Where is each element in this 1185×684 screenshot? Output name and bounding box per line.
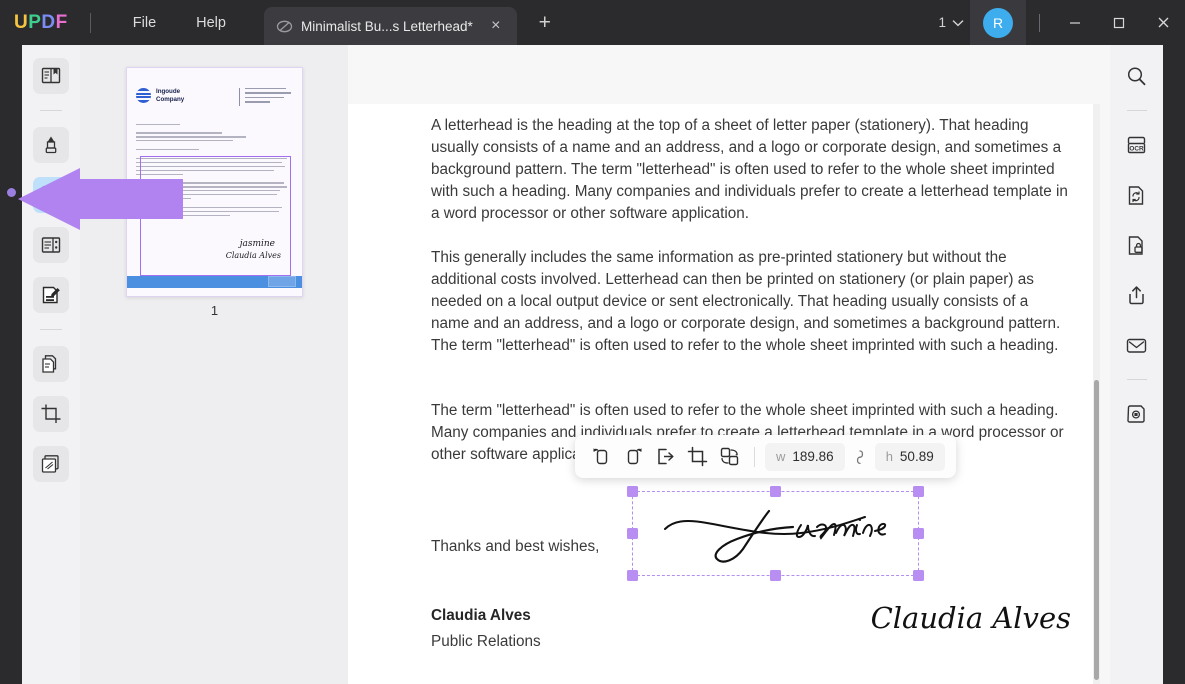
resize-handle-top-left[interactable] <box>627 486 638 497</box>
resize-handle-middle-left[interactable] <box>627 528 638 539</box>
logo-divider <box>89 12 91 33</box>
logo-letter-u: U <box>14 11 29 33</box>
chevron-down-icon <box>952 19 964 27</box>
tab-title: Minimalist Bu...s Letterhead* <box>300 18 473 34</box>
search-tool[interactable] <box>1120 59 1154 93</box>
height-label: h <box>885 449 893 464</box>
title-bar: UPDF File Help Minimalist Bu...s Letterh… <box>0 0 1185 45</box>
crop-image-button[interactable] <box>682 442 712 472</box>
document-page[interactable]: A letterhead is the heading at the top o… <box>348 104 1093 684</box>
thumbnail-page-number: 1 <box>210 303 219 318</box>
crop-pages-tool[interactable] <box>33 396 69 432</box>
page-count-selector[interactable]: 1 <box>932 15 970 30</box>
paragraph-1[interactable]: A letterhead is the heading at the top o… <box>431 115 1068 225</box>
fill-sign-tool[interactable] <box>33 277 69 313</box>
image-context-toolbar: w 189.86 h 50.89 <box>575 435 956 478</box>
document-scrollbar-thumb[interactable] <box>1094 380 1099 680</box>
resize-handle-top-right[interactable] <box>913 486 924 497</box>
image-height-field[interactable]: h 50.89 <box>874 442 945 471</box>
resize-handle-bottom-left[interactable] <box>627 570 638 581</box>
thumbnail-signature: jasmine <box>239 239 275 249</box>
left-tool-column <box>22 45 80 684</box>
menu-file[interactable]: File <box>113 0 176 45</box>
email-tool[interactable] <box>1120 328 1154 362</box>
sender-role[interactable]: Public Relations <box>431 633 541 651</box>
selected-image-bounding-box[interactable] <box>627 486 924 581</box>
batch-tool[interactable] <box>33 446 69 482</box>
updf-window: UPDF File Help Minimalist Bu...s Letterh… <box>0 0 1185 684</box>
tab-close-icon[interactable]: × <box>485 15 507 37</box>
company-line-1: Ingoude <box>156 88 181 95</box>
window-close-button[interactable] <box>1141 0 1185 45</box>
company-line-2: Company <box>156 95 185 103</box>
globe-logo-icon <box>136 88 151 104</box>
tool-divider-1 <box>40 110 62 111</box>
page-organize-tool[interactable] <box>33 227 69 263</box>
page-count-value: 1 <box>938 15 946 30</box>
ocr-tool[interactable]: OCR <box>1120 128 1154 162</box>
tool-divider-2 <box>40 329 62 330</box>
lock-aspect-ratio-button[interactable] <box>847 448 873 466</box>
svg-text:OCR: OCR <box>1129 145 1144 152</box>
width-label: w <box>776 449 786 464</box>
new-tab-button[interactable]: + <box>531 9 559 37</box>
right-tool-column: OCR <box>1110 45 1163 684</box>
document-slash-icon <box>276 18 293 35</box>
annotate-tool[interactable] <box>33 127 69 163</box>
resize-handle-top-center[interactable] <box>770 486 781 497</box>
toolbar-divider <box>754 446 755 467</box>
image-width-field[interactable]: w 189.86 <box>765 442 845 471</box>
closing-line[interactable]: Thanks and best wishes, <box>431 538 599 556</box>
window-controls: 1 R <box>932 0 1185 45</box>
updf-logo: UPDF <box>14 12 68 34</box>
window-minimize-button[interactable] <box>1053 0 1097 45</box>
resize-handle-middle-right[interactable] <box>913 528 924 539</box>
thumbnail-company-name: Ingoude Company <box>156 88 184 104</box>
logo-letter-f: F <box>55 11 68 33</box>
sender-signature-image[interactable]: Claudia Alves <box>871 601 1071 635</box>
width-value: 189.86 <box>792 449 834 464</box>
selected-signature-image <box>633 492 918 575</box>
thumbnail-contact-block <box>239 88 291 106</box>
avatar-container[interactable]: R <box>970 0 1026 45</box>
sender-name[interactable]: Claudia Alves <box>431 607 531 625</box>
right-edge-rail <box>1163 45 1185 684</box>
right-tool-divider-2 <box>1126 379 1147 380</box>
avatar: R <box>983 7 1013 38</box>
paragraph-2[interactable]: This generally includes the same informa… <box>431 247 1068 357</box>
logo-letter-d: D <box>41 11 56 33</box>
save-tool[interactable] <box>1120 397 1154 431</box>
thumbnail-signature-2: Claudia Alves <box>225 251 281 260</box>
document-tab[interactable]: Minimalist Bu...s Letterhead* × <box>263 7 517 45</box>
reader-view-tool[interactable] <box>33 58 69 94</box>
thumbnail-footer-accent <box>268 276 296 287</box>
right-tool-divider <box>1126 110 1147 111</box>
convert-tool[interactable] <box>1120 178 1154 212</box>
thumbnail-pane: Ingoude Company jasmine Claudia Alves 1 <box>80 45 348 684</box>
compare-tool[interactable] <box>33 346 69 382</box>
resize-handle-bottom-center[interactable] <box>770 570 781 581</box>
left-edge-rail <box>0 45 22 684</box>
window-maximize-button[interactable] <box>1097 0 1141 45</box>
rotate-left-button[interactable] <box>586 442 616 472</box>
menu-help[interactable]: Help <box>176 0 246 45</box>
pointer-arrow-annotation <box>18 168 183 230</box>
extract-image-button[interactable] <box>650 442 680 472</box>
height-value: 50.89 <box>899 449 934 464</box>
window-controls-divider <box>1039 13 1040 32</box>
replace-image-button[interactable] <box>714 442 744 472</box>
panel-handle-dot[interactable] <box>7 188 16 197</box>
rotate-right-button[interactable] <box>618 442 648 472</box>
protect-tool[interactable] <box>1120 228 1154 262</box>
resize-handle-bottom-right[interactable] <box>913 570 924 581</box>
share-tool[interactable] <box>1120 278 1154 312</box>
logo-letter-p: P <box>28 11 42 33</box>
